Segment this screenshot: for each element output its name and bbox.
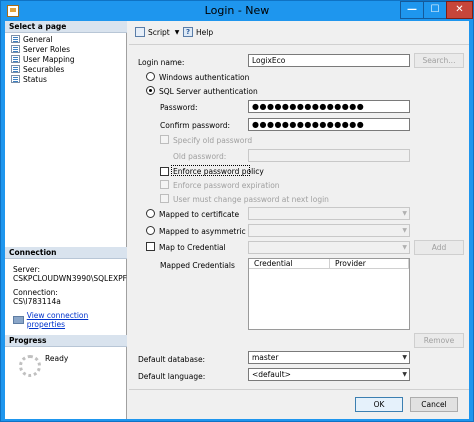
page-item-securables[interactable]: Securables — [11, 64, 64, 74]
chevron-down-icon[interactable]: ▼ — [175, 29, 180, 36]
old-password-label: Old password: — [173, 152, 227, 161]
page-item-server-roles[interactable]: Server Roles — [11, 44, 70, 54]
progress-spinner-icon — [19, 355, 41, 377]
page-item-general[interactable]: General — [11, 34, 53, 44]
page-icon — [11, 35, 20, 43]
mapped-asym-key-radio[interactable] — [146, 226, 155, 235]
connection-value: CS\l783114a — [13, 297, 61, 306]
default-database-select[interactable]: master ▼ — [248, 351, 410, 364]
mapped-certificate-label: Mapped to certificate — [159, 210, 240, 219]
certificate-select[interactable]: ▼ — [248, 207, 410, 220]
minimize-button[interactable]: — — [400, 1, 424, 19]
default-language-label: Default language: — [138, 372, 206, 381]
title-bar[interactable]: Login - New — ☐ ✕ — [1, 1, 473, 21]
enforce-password-policy-label: Enforce password policy — [173, 167, 264, 176]
page-icon — [11, 65, 20, 73]
old-password-input[interactable] — [248, 149, 410, 162]
server-label: Server: — [13, 265, 40, 274]
toolbar: Script ▼ ? Help — [129, 21, 469, 45]
default-database-label: Default database: — [138, 355, 206, 364]
sql-auth-radio[interactable] — [146, 86, 155, 95]
must-change-password-checkbox[interactable] — [160, 194, 169, 203]
specify-old-password-checkbox[interactable] — [160, 135, 169, 144]
confirm-password-input[interactable]: ●●●●●●●●●●●●●●● — [248, 118, 410, 131]
help-icon: ? — [183, 27, 193, 37]
must-change-password-label: User must change password at next login — [173, 195, 329, 204]
connection-header: Connection — [5, 247, 127, 259]
sql-auth-label: SQL Server authentication — [159, 87, 258, 96]
close-icon: ✕ — [455, 4, 464, 15]
password-input[interactable]: ●●●●●●●●●●●●●●● — [248, 100, 410, 113]
mapped-credentials-label: Mapped Credentials — [160, 261, 235, 270]
page-item-user-mapping[interactable]: User Mapping — [11, 54, 75, 64]
select-page-header: Select a page — [5, 21, 127, 33]
dialog-client: Select a page General Server Roles User … — [5, 21, 469, 419]
help-button[interactable]: ? Help — [183, 27, 213, 37]
ok-button[interactable]: OK — [355, 397, 403, 412]
login-name-label: Login name: — [138, 58, 185, 67]
windows-auth-label: Windows authentication — [159, 73, 250, 82]
script-icon — [135, 27, 145, 37]
chevron-down-icon: ▼ — [402, 244, 407, 251]
chevron-down-icon: ▼ — [402, 354, 407, 361]
close-button[interactable]: ✕ — [446, 1, 473, 19]
add-button[interactable]: Add — [414, 240, 464, 255]
footer-divider — [129, 389, 469, 390]
chevron-down-icon: ▼ — [402, 210, 407, 217]
page-icon — [11, 75, 20, 83]
search-button[interactable]: Search... — [414, 53, 464, 68]
mapped-certificate-radio[interactable] — [146, 209, 155, 218]
credential-select[interactable]: ▼ — [248, 241, 410, 254]
enforce-password-expiration-checkbox[interactable] — [160, 180, 169, 189]
default-language-select[interactable]: <default> ▼ — [248, 368, 410, 381]
cancel-button[interactable]: Cancel — [410, 397, 458, 412]
script-button[interactable]: Script ▼ — [135, 27, 179, 37]
progress-header: Progress — [5, 335, 127, 347]
page-icon — [11, 55, 20, 63]
enforce-password-expiration-label: Enforce password expiration — [173, 181, 280, 190]
connection-label: Connection: — [13, 288, 58, 297]
progress-status: Ready — [45, 354, 69, 363]
page-icon — [11, 45, 20, 53]
remove-button[interactable]: Remove — [414, 333, 464, 348]
server-value: CSKPCLOUDWN3990\SQLEXPF — [13, 274, 127, 283]
connection-properties-icon — [13, 316, 24, 324]
grid-header-provider[interactable]: Provider — [330, 259, 409, 269]
password-label: Password: — [160, 103, 198, 112]
maximize-button[interactable]: ☐ — [423, 1, 447, 19]
map-credential-label: Map to Credential — [159, 243, 226, 252]
grid-header-credential[interactable]: Credential — [249, 259, 330, 269]
mapped-credentials-grid[interactable]: Credential Provider — [248, 258, 410, 330]
map-credential-checkbox[interactable] — [146, 242, 155, 251]
login-new-window: Login - New — ☐ ✕ Select a page General … — [0, 0, 474, 422]
chevron-down-icon: ▼ — [402, 371, 407, 378]
windows-auth-radio[interactable] — [146, 72, 155, 81]
mapped-asym-key-label: Mapped to asymmetric key — [159, 227, 262, 236]
login-name-input[interactable]: LogixEco — [248, 54, 410, 67]
asym-key-select[interactable]: ▼ — [248, 224, 410, 237]
confirm-password-label: Confirm password: — [160, 121, 231, 130]
view-connection-properties-link[interactable]: View connection properties — [13, 311, 126, 329]
left-pane: Select a page General Server Roles User … — [5, 21, 127, 419]
enforce-password-policy-checkbox[interactable] — [160, 167, 169, 176]
chevron-down-icon: ▼ — [402, 227, 407, 234]
specify-old-password-label: Specify old password — [173, 136, 253, 145]
page-item-status[interactable]: Status — [11, 74, 47, 84]
